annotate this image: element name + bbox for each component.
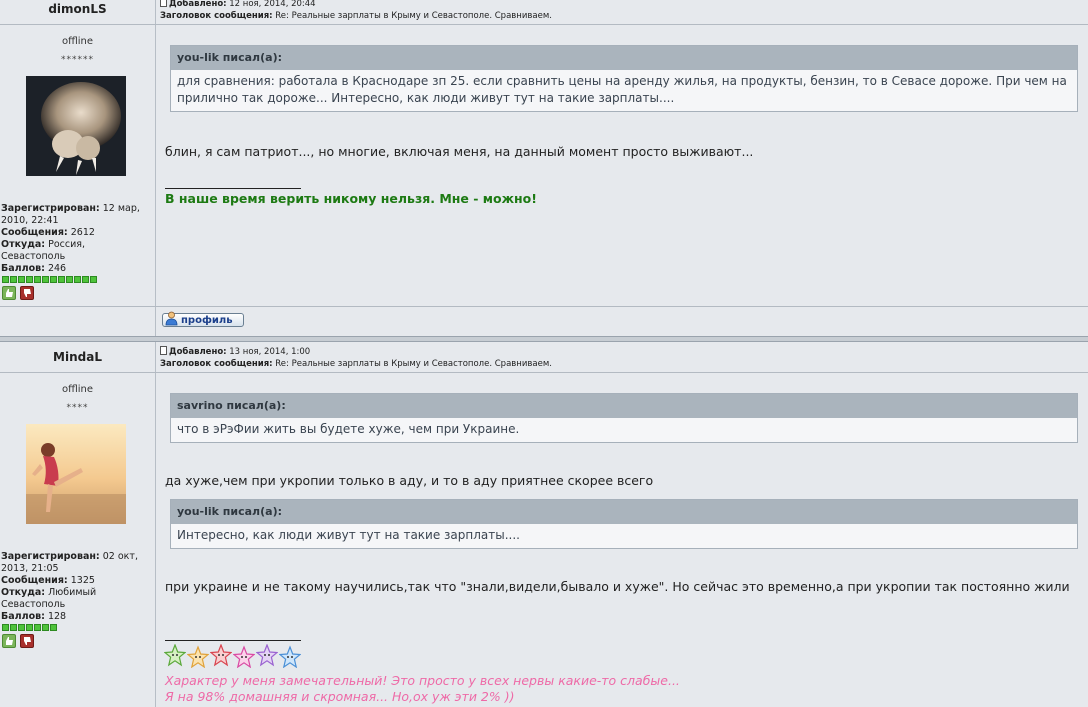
quote-text: для сравнения: работала в Краснодаре зп … <box>177 74 1067 105</box>
post-icon[interactable] <box>160 346 167 355</box>
author-info: Зарегистрирован: 12 мар, 2010, 22:41 Соо… <box>1 203 140 274</box>
rank-stars: **** <box>66 403 89 413</box>
quote-author: you-lik писал(а): <box>171 46 1077 70</box>
signature-divider <box>165 188 301 189</box>
author-name[interactable]: dimonLS <box>0 2 155 16</box>
post-body: при украине и не такому научились,так чт… <box>165 579 1070 594</box>
star-smiley-icon <box>164 644 186 667</box>
online-status: offline <box>61 36 94 47</box>
star-smiley-icon <box>187 645 209 668</box>
forum-post: dimonLS Добавлено: 12 ноя, 2014, 20:44 З… <box>0 0 1088 336</box>
quote-text: Интересно, как люди живут тут на такие з… <box>177 528 520 542</box>
thumbs-up-icon[interactable] <box>2 286 16 300</box>
profile-icon <box>165 311 178 326</box>
avatar[interactable] <box>26 424 126 524</box>
quote-text: что в эРэФии жить вы будете хуже, чем пр… <box>177 422 520 436</box>
star-smiley-icon <box>233 645 255 668</box>
reputation-meter <box>2 276 97 283</box>
profile-button[interactable]: профиль <box>162 311 244 327</box>
star-smiley-icon <box>279 645 301 668</box>
subject-label: Заголовок сообщения: <box>160 10 273 21</box>
post-body: блин, я сам патриот..., но многие, включ… <box>165 144 754 159</box>
added-date: 13 ноя, 2014, 1:00 <box>229 347 311 357</box>
post-meta: Добавлено: 13 ноя, 2014, 1:00 Заголовок … <box>160 346 552 369</box>
star-smiley-icon <box>256 644 278 667</box>
quote-author: you-lik писал(а): <box>171 500 1077 524</box>
thumbs-up-icon[interactable] <box>2 634 16 648</box>
rank-stars: ****** <box>61 55 94 65</box>
signature-smileys <box>164 644 301 668</box>
added-date: 12 ноя, 2014, 20:44 <box>229 0 316 9</box>
post-header-divider <box>0 372 1088 373</box>
post-header-divider <box>0 24 1088 25</box>
thumbs-down-icon[interactable] <box>20 634 34 648</box>
post-icon[interactable] <box>160 0 167 7</box>
quote-block: you-lik писал(а): для сравнения: работал… <box>170 45 1078 112</box>
signature: Я на 98% домашняя и скромная... Но,ох уж… <box>165 689 515 704</box>
quote-author: savrino писал(а): <box>171 394 1077 418</box>
signature: Характер у меня замечательный! Это прост… <box>165 673 680 688</box>
signature: В наше время верить никому нельзя. Мне -… <box>165 191 537 206</box>
author-panel <box>0 342 156 707</box>
subject-value: Re: Реальные зарплаты в Крыму и Севастоп… <box>275 358 552 369</box>
online-status: offline <box>61 384 94 395</box>
post-footer-divider <box>0 306 1088 307</box>
added-label: Добавлено: <box>169 0 227 9</box>
author-name[interactable]: MindaL <box>0 350 155 364</box>
reputation-meter <box>2 624 57 631</box>
post-meta: Добавлено: 12 ноя, 2014, 20:44 Заголовок… <box>160 0 552 22</box>
signature-divider <box>165 640 301 641</box>
subject-value: Re: Реальные зарплаты в Крыму и Севастоп… <box>275 10 552 21</box>
quote-block: you-lik писал(а): Интересно, как люди жи… <box>170 499 1078 549</box>
quote-block: savrino писал(а): что в эРэФии жить вы б… <box>170 393 1078 443</box>
avatar[interactable] <box>26 76 126 176</box>
thumbs-down-icon[interactable] <box>20 286 34 300</box>
forum-post: MindaL Добавлено: 13 ноя, 2014, 1:00 Заг… <box>0 342 1088 707</box>
profile-button-label: профиль <box>181 315 233 326</box>
star-smiley-icon <box>210 644 232 667</box>
post-body: да хуже,чем при укропии только в аду, и … <box>165 473 654 488</box>
author-info: Зарегистрирован: 02 окт, 2013, 21:05 Соо… <box>1 551 138 622</box>
